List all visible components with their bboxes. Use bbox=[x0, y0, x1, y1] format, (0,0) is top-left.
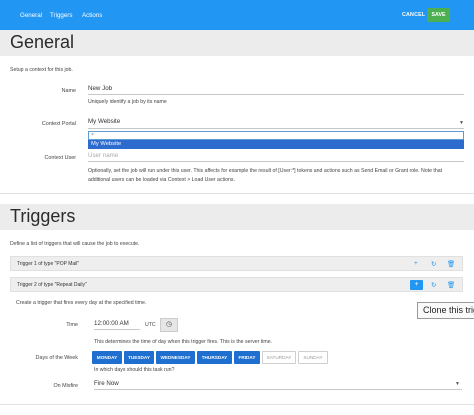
on-misfire-select[interactable]: Fire Now bbox=[94, 380, 462, 390]
trigger-2-description: Create a trigger that fires every day at… bbox=[16, 300, 147, 306]
clock-icon[interactable]: ◷ bbox=[160, 318, 178, 332]
general-intro: Setup a context for this job. bbox=[10, 67, 73, 73]
time-help: This determines the time of day when thi… bbox=[94, 339, 273, 345]
plus-icon[interactable]: + bbox=[414, 260, 418, 267]
day-tuesday-toggle[interactable]: TUESDAY bbox=[124, 351, 154, 364]
nav-actions[interactable]: Actions bbox=[82, 12, 102, 19]
nav-general[interactable]: General bbox=[20, 12, 42, 19]
name-field[interactable]: New Job bbox=[88, 85, 464, 95]
triggers-intro: Define a list of triggers that will caus… bbox=[10, 241, 140, 247]
time-label: Time bbox=[66, 322, 78, 328]
trigger-2-title: Trigger 2 of type "Repeat Daily" bbox=[17, 282, 87, 288]
cancel-button[interactable]: CANCEL bbox=[402, 12, 425, 18]
on-misfire-label: On Misfire bbox=[53, 383, 78, 389]
context-user-field[interactable]: User name bbox=[88, 152, 464, 162]
name-label: Name bbox=[61, 88, 76, 94]
trigger-1-title: Trigger 1 of type "POP Mail" bbox=[17, 261, 80, 267]
name-help: Uniquely identify a job by its name bbox=[88, 99, 167, 105]
day-sunday-toggle[interactable]: SUNDAY bbox=[298, 351, 328, 364]
time-input[interactable]: 12:00:00 AM bbox=[94, 320, 140, 330]
caret-down-icon[interactable]: ▼ bbox=[455, 381, 460, 387]
context-portal-label: Context Portal bbox=[41, 121, 76, 127]
refresh-icon[interactable]: ↻ bbox=[431, 260, 436, 268]
section-divider bbox=[0, 193, 474, 194]
context-user-help-line-2: additional users can be loaded via Conte… bbox=[88, 177, 235, 183]
save-button[interactable]: SAVE bbox=[427, 8, 450, 22]
days-help: In which days should this task run? bbox=[94, 367, 175, 373]
general-title: General bbox=[10, 32, 75, 52]
day-thursday-toggle[interactable]: THURSDAY bbox=[197, 351, 232, 364]
day-friday-toggle[interactable]: FRIDAY bbox=[234, 351, 260, 364]
dropdown-option-my-website[interactable]: My Website bbox=[88, 140, 464, 149]
refresh-icon[interactable]: ↻ bbox=[431, 281, 436, 289]
days-label: Days of the Week bbox=[35, 355, 78, 361]
day-wednesday-toggle[interactable]: WEDNESDAY bbox=[156, 351, 195, 364]
top-navbar: General Triggers Actions CANCEL SAVE bbox=[0, 0, 474, 30]
day-saturday-toggle[interactable]: SATURDAY bbox=[262, 351, 296, 364]
trigger-2-panel-header[interactable]: Trigger 2 of type "Repeat Daily" + ↻ 🗑 bbox=[10, 277, 463, 292]
context-user-help-line-1: Optionally, set the job will run under t… bbox=[88, 168, 443, 174]
context-portal-select[interactable]: My Website bbox=[88, 118, 464, 129]
time-zone-label: UTC bbox=[145, 322, 156, 328]
clone-tooltip: Clone this trigger bbox=[417, 302, 474, 319]
trash-icon[interactable]: 🗑 bbox=[447, 281, 455, 289]
clone-plus-icon[interactable]: + bbox=[410, 280, 423, 290]
context-user-label: Context User bbox=[44, 155, 76, 161]
trash-icon[interactable]: 🗑 bbox=[447, 260, 455, 268]
bottom-divider bbox=[0, 404, 474, 405]
nav-triggers[interactable]: Triggers bbox=[50, 12, 72, 19]
trigger-1-panel-header[interactable]: Trigger 1 of type "POP Mail" + ↻ 🗑 bbox=[10, 256, 463, 271]
caret-down-icon[interactable]: ▼ bbox=[459, 120, 464, 126]
triggers-title: Triggers bbox=[10, 206, 76, 226]
dropdown-search-input[interactable]: × bbox=[88, 131, 464, 140]
day-monday-toggle[interactable]: MONDAY bbox=[92, 351, 122, 364]
